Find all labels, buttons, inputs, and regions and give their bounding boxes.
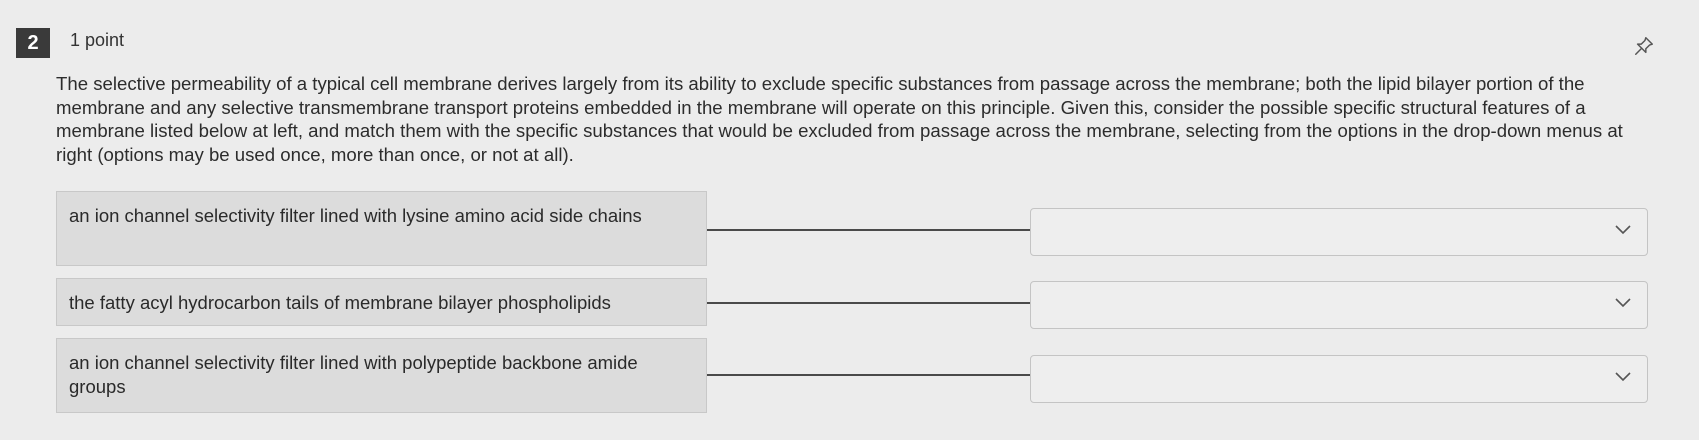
feature-label: the fatty acyl hydrocarbon tails of memb… — [69, 292, 611, 313]
chevron-down-icon — [1615, 225, 1631, 235]
feature-label: an ion channel selectivity filter lined … — [69, 352, 638, 397]
match-feature-2: the fatty acyl hydrocarbon tails of memb… — [56, 278, 707, 326]
match-connector-3 — [707, 374, 1030, 376]
chevron-down-icon — [1615, 298, 1631, 308]
chevron-down-icon — [1615, 372, 1631, 382]
pin-icon[interactable] — [1633, 35, 1655, 57]
question-number-badge: 2 — [16, 28, 50, 58]
question-prompt: The selective permeability of a typical … — [56, 73, 1623, 165]
match-dropdown-2[interactable] — [1030, 281, 1648, 329]
match-dropdown-3[interactable] — [1030, 355, 1648, 403]
match-feature-1: an ion channel selectivity filter lined … — [56, 191, 707, 266]
match-connector-1 — [707, 229, 1030, 231]
question-points: 1 point — [70, 30, 125, 50]
match-connector-2 — [707, 302, 1030, 304]
match-dropdown-1[interactable] — [1030, 208, 1648, 256]
feature-label: an ion channel selectivity filter lined … — [69, 205, 642, 226]
match-feature-3: an ion channel selectivity filter lined … — [56, 338, 707, 413]
